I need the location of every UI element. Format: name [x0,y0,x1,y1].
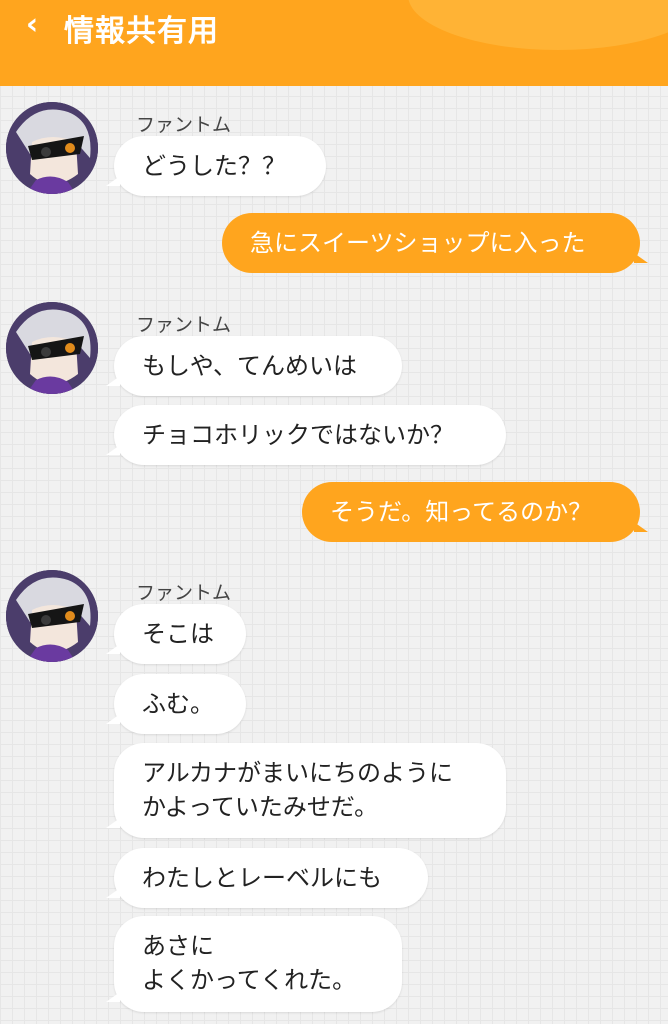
bubble-tail [106,818,120,828]
bubble-tail [106,445,120,455]
bubble-tail [634,522,648,532]
avatar[interactable] [6,302,98,394]
message-bubble[interactable]: ふむ。 [114,674,246,734]
chevron-left-icon[interactable]: ‹ [18,8,46,42]
bubble-tail [106,376,120,386]
header-decoration [408,0,668,50]
chat-title: 情報共有用 [64,14,219,49]
message-bubble[interactable]: アルカナがまいにちのように かよっていたみせだ。 [114,743,506,838]
my-message-bubble[interactable]: 急にスイーツショップに入った [222,213,640,273]
message-bubble[interactable]: チョコホリックではないか？ [114,405,506,465]
bubble-tail [634,253,648,263]
bubble-tail [106,176,120,186]
app-header: ‹ 情報共有用 [0,0,668,86]
message-bubble[interactable]: どうした？？ [114,136,326,196]
message-bubble[interactable]: わたしとレーベルにも [114,848,428,908]
message-bubble[interactable]: もしや、てんめいは [114,336,402,396]
my-message-bubble[interactable]: そうだ。知ってるのか？ [302,482,640,542]
avatar[interactable] [6,102,98,194]
sender-name: ファントム [136,114,232,136]
sender-name: ファントム [136,314,232,336]
bubble-tail [106,644,120,654]
message-bubble[interactable]: そこは [114,604,246,664]
bubble-tail [106,992,120,1002]
sender-name: ファントム [136,582,232,604]
bubble-tail [106,888,120,898]
message-bubble[interactable]: あさに よくかってくれた。 [114,916,402,1012]
bubble-tail [106,714,120,724]
avatar[interactable] [6,570,98,662]
